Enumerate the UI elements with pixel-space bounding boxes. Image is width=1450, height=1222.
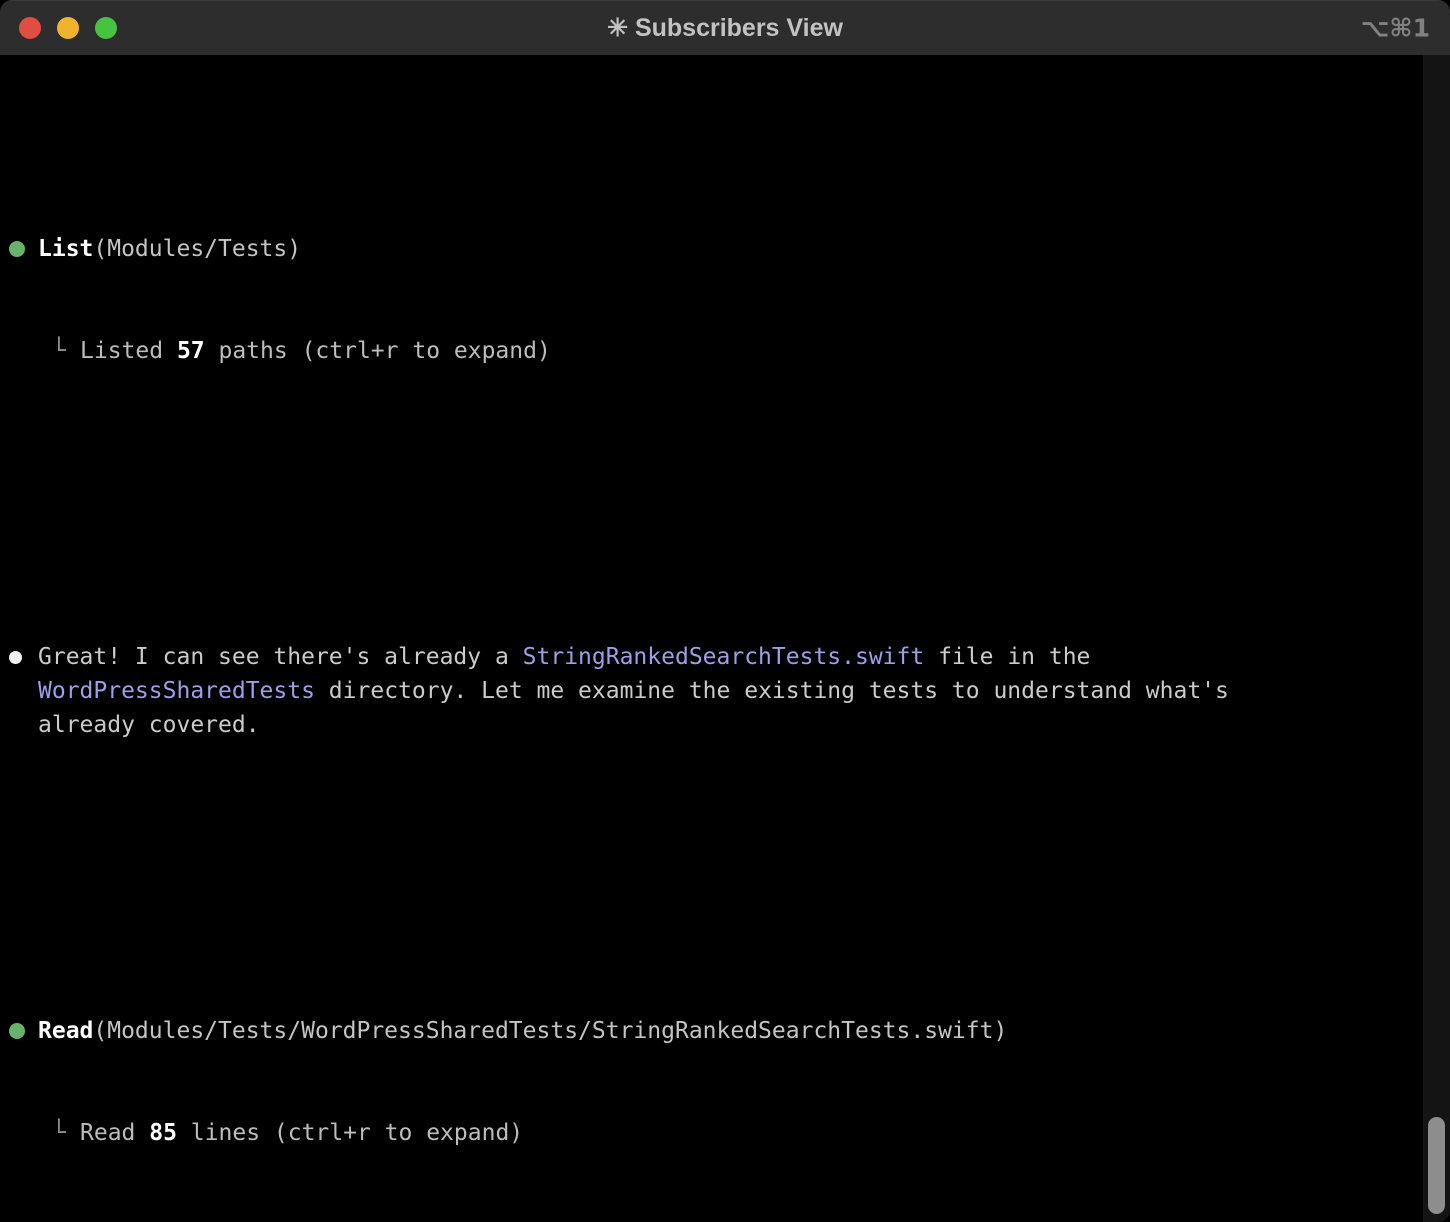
tool-call-read-header: Read(Modules/Tests/WordPressSharedTests/… [38, 1014, 1007, 1048]
window-shortcut: ⌥⌘1 [1361, 13, 1430, 42]
assistant-message-1-text: Great! I can see there's already a Strin… [38, 640, 1298, 742]
tool-result-list-text: Listed 57 paths (ctrl+r to expand) [80, 334, 1340, 368]
assistant-message-1: Great! I can see there's already a Strin… [0, 640, 1450, 742]
scrollbar-track[interactable] [1423, 55, 1450, 1222]
traffic-lights [0, 17, 117, 39]
tool-call-list: List(Modules/Tests) [0, 232, 1450, 266]
titlebar: ✳ Subscribers View ⌥⌘1 [0, 0, 1450, 55]
zoom-button[interactable] [95, 17, 117, 39]
tool-call-read: Read(Modules/Tests/WordPressSharedTests/… [0, 1014, 1450, 1048]
close-button[interactable] [19, 17, 41, 39]
window-title: ✳ Subscribers View [607, 13, 843, 43]
result-corner-icon: └ [52, 1116, 80, 1150]
minimize-button[interactable] [57, 17, 79, 39]
result-corner-icon: └ [52, 334, 80, 368]
tool-bullet-icon [9, 1023, 25, 1039]
scrollbar-thumb[interactable] [1428, 1117, 1445, 1214]
tool-result-read-text: Read 85 lines (ctrl+r to expand) [80, 1116, 1340, 1150]
message-bullet-icon [9, 651, 22, 664]
terminal-content: List(Modules/Tests) └ Listed 57 paths (c… [0, 55, 1450, 1222]
tool-result-list: └ Listed 57 paths (ctrl+r to expand) [0, 334, 1450, 368]
terminal-window: ✳ Subscribers View ⌥⌘1 List(Modules/Test… [0, 0, 1450, 1222]
tool-call-list-header: List(Modules/Tests) [38, 232, 301, 266]
tool-bullet-icon [9, 241, 25, 257]
tool-result-read: └ Read 85 lines (ctrl+r to expand) [0, 1116, 1450, 1150]
